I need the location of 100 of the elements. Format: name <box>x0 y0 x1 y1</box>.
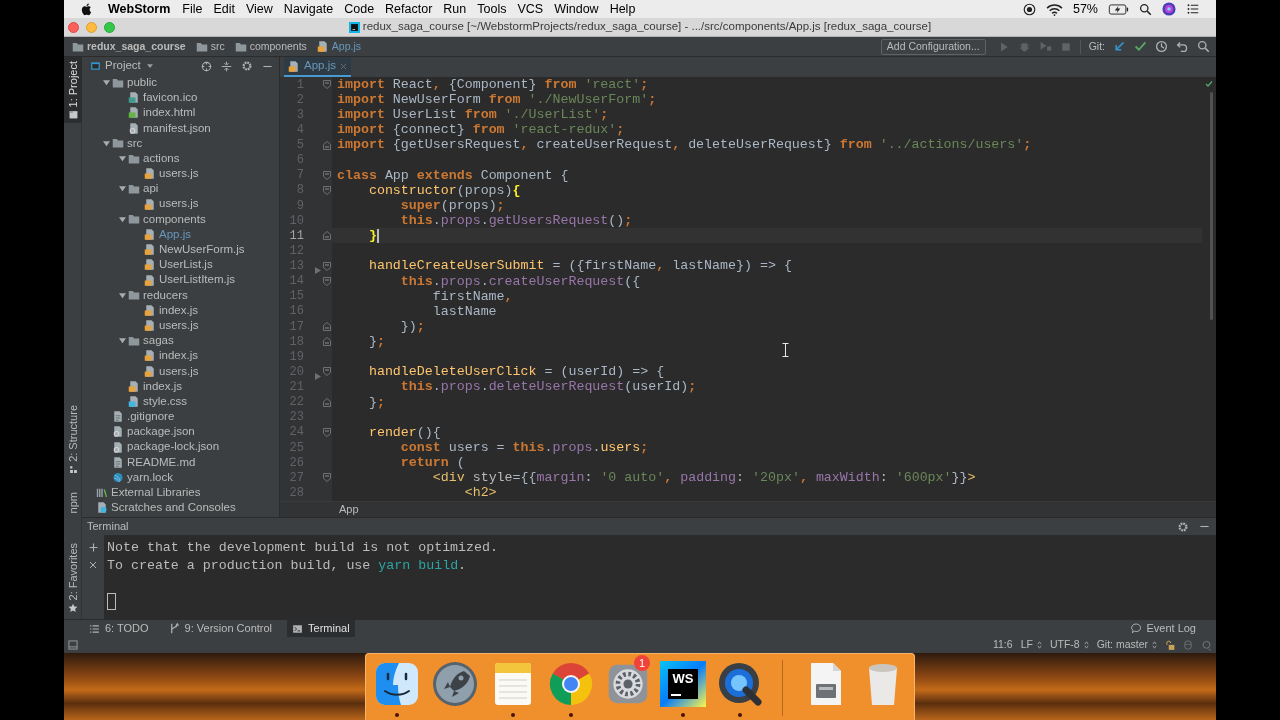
breadcrumb[interactable]: App <box>339 501 359 518</box>
settings-icon[interactable] <box>1177 520 1189 533</box>
wifi-icon[interactable] <box>1045 2 1063 16</box>
file-name[interactable]: External Libraries <box>111 484 201 502</box>
folder-name[interactable]: public <box>127 73 158 92</box>
panel-title-dropdown[interactable]: Project <box>105 57 153 75</box>
tree-arrow-icon[interactable] <box>102 79 110 87</box>
fold-marker-icon[interactable] <box>323 397 331 407</box>
fold-marker-icon[interactable] <box>323 337 331 347</box>
tool-window-button[interactable]: 1: Project <box>64 57 82 124</box>
add-configuration-button[interactable]: Add Configuration... <box>880 38 986 55</box>
folder-name[interactable]: actions <box>143 149 180 168</box>
undo-icon[interactable] <box>1176 40 1189 53</box>
tool-window-tab[interactable]: 9: Version Control <box>163 620 278 637</box>
menu-item[interactable]: File <box>182 0 203 19</box>
file-name[interactable]: manifest.json <box>143 119 211 137</box>
tree-arrow-icon[interactable] <box>118 185 126 193</box>
tool-window-button[interactable]: 2: Favorites <box>64 539 82 618</box>
folder-name[interactable]: api <box>143 180 159 198</box>
menu-item[interactable]: Help <box>609 0 636 19</box>
fold-marker-icon[interactable] <box>323 261 331 271</box>
file-name[interactable]: Scratches and Consoles <box>111 499 236 517</box>
breadcrumb[interactable]: redux_saga_course <box>87 38 186 55</box>
encoding-button[interactable]: UTF-8 <box>1049 637 1089 653</box>
editor-tab[interactable]: App.js <box>284 57 351 77</box>
padlock-icon[interactable] <box>1165 639 1175 651</box>
file-name[interactable]: App.js <box>159 225 191 244</box>
gutter-arrow-icon[interactable] <box>315 266 321 274</box>
dock-item[interactable]: 1 <box>605 654 651 719</box>
file-name[interactable]: package-lock.json <box>127 438 220 456</box>
caret-position-button[interactable]: 11:6 <box>992 637 1013 653</box>
apple-logo-icon[interactable] <box>80 2 92 16</box>
tree-arrow-icon[interactable] <box>102 139 110 147</box>
file-name[interactable]: index.html <box>143 104 196 122</box>
settings-icon[interactable] <box>241 60 253 72</box>
event-log-button[interactable]: Event Log <box>1131 620 1196 637</box>
add-icon[interactable] <box>88 543 98 552</box>
breadcrumb[interactable]: src <box>210 38 225 55</box>
menu-item[interactable]: Navigate <box>283 0 334 19</box>
fold-marker-icon[interactable] <box>323 185 331 195</box>
file-name[interactable]: style.css <box>143 392 188 411</box>
menu-item[interactable]: Tools <box>477 0 507 19</box>
fold-marker-icon[interactable] <box>323 80 331 90</box>
file-name[interactable]: index.js <box>159 347 198 365</box>
fold-marker-icon[interactable] <box>323 473 331 483</box>
file-name[interactable]: package.json <box>127 423 195 441</box>
window-zoom-button[interactable] <box>104 21 115 33</box>
dock-item[interactable]: WS <box>660 654 707 719</box>
fold-marker-icon[interactable] <box>323 367 331 377</box>
fold-marker-icon[interactable] <box>323 170 331 180</box>
menu-item[interactable]: View <box>246 0 273 19</box>
tool-window-tab[interactable]: Terminal <box>287 620 355 637</box>
fold-marker-icon[interactable] <box>323 322 331 332</box>
collapse-all-icon[interactable] <box>221 60 232 72</box>
tool-window-button[interactable]: npm <box>64 487 82 517</box>
file-name[interactable]: UserList.js <box>159 256 213 274</box>
screen-record-icon[interactable] <box>1022 2 1036 16</box>
file-name[interactable]: index.js <box>143 377 182 395</box>
locate-icon[interactable] <box>201 60 212 72</box>
tree-arrow-icon[interactable] <box>118 337 126 345</box>
folder-name[interactable]: components <box>143 210 206 228</box>
fold-marker-icon[interactable] <box>323 231 331 241</box>
app-menu[interactable]: WebStorm <box>108 0 171 19</box>
close-icon[interactable] <box>339 62 347 70</box>
search-icon[interactable] <box>1139 2 1152 16</box>
tree-arrow-icon[interactable] <box>118 155 126 163</box>
file-name[interactable]: README.md <box>127 453 196 471</box>
tree-arrow-icon[interactable] <box>118 215 126 223</box>
menu-item[interactable]: Run <box>443 0 467 19</box>
fold-marker-icon[interactable] <box>323 427 331 437</box>
file-name[interactable]: users.js <box>159 362 199 380</box>
folder-name[interactable]: sagas <box>143 332 174 350</box>
fold-marker-icon[interactable] <box>323 276 331 286</box>
folder-name[interactable]: reducers <box>143 286 188 304</box>
folder-name[interactable]: src <box>127 134 143 152</box>
tree-arrow-icon[interactable] <box>118 291 126 299</box>
menu-item[interactable]: Edit <box>213 0 235 19</box>
gutter-arrow-icon[interactable] <box>315 372 321 380</box>
file-name[interactable]: UserListItem.js <box>159 271 236 289</box>
magnifier-icon[interactable] <box>1201 639 1212 651</box>
file-name[interactable]: users.js <box>159 165 199 183</box>
menu-item[interactable]: Refactor <box>385 0 433 19</box>
window-close-button[interactable] <box>68 21 79 33</box>
battery-icon[interactable] <box>1108 3 1129 15</box>
menu-item[interactable]: Code <box>344 0 375 19</box>
menu-item[interactable]: VCS <box>517 0 544 19</box>
breadcrumb[interactable]: App.js <box>331 38 362 55</box>
clock-icon[interactable] <box>1155 40 1168 53</box>
breadcrumb[interactable]: components <box>249 38 307 55</box>
siri-icon[interactable] <box>1162 2 1176 16</box>
notification-list-icon[interactable] <box>1186 3 1200 15</box>
close-icon[interactable] <box>89 561 97 569</box>
file-name[interactable]: favicon.ico <box>143 89 198 107</box>
menu-item[interactable]: Window <box>554 0 599 19</box>
file-name[interactable]: yarn.lock <box>127 468 174 487</box>
file-name[interactable]: .gitignore <box>127 408 175 426</box>
fold-marker-icon[interactable] <box>323 140 331 150</box>
tool-window-toggle-icon[interactable] <box>68 640 78 650</box>
update-arrow-icon[interactable] <box>1113 40 1126 53</box>
line-separator-button[interactable]: LF <box>1020 637 1042 653</box>
